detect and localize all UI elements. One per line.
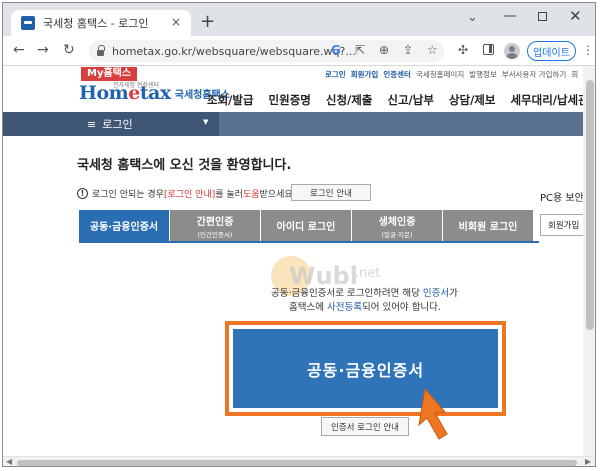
maximize-icon[interactable] (538, 12, 547, 21)
browser-toolbar: ← → ↻ hometax.go.kr/websquare/websquare.… (3, 36, 595, 66)
info-icon: ! (77, 188, 88, 199)
login-guide-button[interactable]: 로그인 안내 (291, 184, 371, 201)
login-tab-label: 공동·금융인증서 (89, 222, 159, 233)
star-icon[interactable]: ☆ (427, 43, 438, 57)
login-tab[interactable]: 공동·금융인증서 (79, 210, 170, 241)
login-tab-label: 아이디 로그인 (276, 222, 336, 233)
login-tab[interactable]: 간편인증 (민간인증서) (170, 210, 261, 241)
tab-strip: 국세청 홈택스 - 로그인 × + ⌄ — ✕ (3, 3, 595, 36)
tab-underline (79, 241, 539, 243)
vertical-scroll-thumb[interactable] (586, 80, 594, 330)
global-nav: 조회/발급 민원증명 신청/제출 신고/납부 상담/제보 세무대리/납세관리 (207, 92, 583, 108)
login-tab-label: 비회원 로그인 (458, 222, 518, 233)
gnb-item[interactable]: 조회/발급 (207, 92, 254, 108)
login-tab[interactable]: 아이디 로그인 (261, 210, 352, 241)
cert-guide-line1: 공동·금융인증서로 로그인하려면 해당 인증서가 (271, 288, 458, 299)
tab-search-chevron-icon[interactable]: ⌄ (467, 10, 478, 25)
login-tab[interactable]: 비회원 로그인 (443, 210, 534, 241)
share-icon[interactable]: ⇪ (403, 43, 413, 57)
login-tab-sublabel: (얼굴·지문) (381, 230, 413, 239)
tab-close-icon[interactable]: × (171, 15, 181, 29)
util-link[interactable]: 국세청홈페이지 (416, 69, 464, 80)
login-menu-dropdown[interactable]: ≡ 로그인 ▼ (3, 112, 219, 136)
logo-tagline: 전자세정 현장센터 (113, 82, 160, 89)
login-method-tabs: 공동·금융인증서 간편인증 (민간인증서) 아이디 로그인 생체인증 (얼굴·지문) 비회원… (79, 210, 534, 241)
location-bar: ≡ 로그인 ▼ (3, 112, 583, 136)
help-link[interactable]: 도움 (243, 187, 260, 200)
gnb-item[interactable]: 세무대리/납세관리 (510, 92, 583, 108)
util-link[interactable]: 회 (571, 69, 578, 80)
update-button[interactable]: 업데이트 (527, 41, 576, 61)
extensions-icon[interactable]: ✣ (458, 43, 468, 57)
pre-registration-link[interactable]: 사전등록 (327, 302, 362, 313)
watermark-net: .net (355, 266, 381, 281)
window-close-icon[interactable]: ✕ (569, 7, 582, 25)
pc-security-label[interactable]: PC용 보안 (540, 189, 583, 204)
util-link[interactable]: 로그인 (325, 69, 346, 80)
tab-title: 국세청 홈택스 - 로그인 (43, 17, 149, 30)
zoom-icon[interactable]: ⊕ (379, 43, 389, 57)
gnb-item[interactable]: 상담/제보 (449, 92, 496, 108)
page-viewport: My홈택스 로그인 회원가입 인증센터 국세청홈페이지 발행정보 부서사용자 가입하기 회 … (3, 66, 583, 456)
lock-icon[interactable] (97, 44, 105, 56)
pointer-arrow-icon (418, 387, 448, 440)
util-link[interactable]: 부서사용자 가입하기 (502, 69, 566, 80)
gnb-item[interactable]: 민원증명 (269, 92, 311, 108)
member-signup-button[interactable]: 회원가입 (540, 214, 583, 236)
new-tab-icon[interactable]: + (200, 11, 215, 32)
util-link[interactable]: 회원가입 (351, 69, 379, 80)
browser-window: 국세청 홈택스 - 로그인 × + ⌄ — ✕ ← → ↻ hometax.go… (2, 2, 596, 467)
browser-tab[interactable]: 국세청 홈택스 - 로그인 × (11, 10, 191, 36)
url-text[interactable]: hometax.go.kr/websquare/websquare.wq?... (112, 45, 356, 58)
caret-down-icon: ▼ (203, 118, 209, 126)
horizontal-scroll-thumb[interactable] (17, 460, 577, 466)
my-hometax-button[interactable]: My홈택스 (81, 67, 138, 81)
nav-label: 로그인 (102, 118, 133, 131)
util-link[interactable]: 발행정보 (469, 69, 497, 80)
login-tab-label: 생체인증 (378, 216, 416, 228)
login-tab[interactable]: 생체인증 (얼굴·지문) (352, 210, 443, 241)
minimize-icon[interactable]: — (503, 8, 517, 24)
certificate-login-guide-button[interactable]: 인증서 로그인 안내 (321, 417, 409, 436)
hometax-favicon-icon (21, 16, 35, 30)
gnb-item[interactable]: 신청/제출 (326, 92, 373, 108)
reload-icon[interactable]: ↻ (63, 42, 75, 58)
profile-avatar-icon[interactable] (504, 43, 520, 59)
cert-guide-line2: 홈택스에 사전등록되어 있어야 합니다. (289, 302, 441, 313)
menu-icon[interactable]: ⋮ (582, 43, 594, 57)
vertical-scrollbar[interactable] (583, 66, 595, 456)
horizontal-scrollbar[interactable]: ◀ ▶ (3, 456, 595, 466)
scroll-left-icon[interactable]: ◀ (6, 457, 12, 466)
open-in-app-icon[interactable]: ⇱ (355, 43, 365, 57)
welcome-heading: 국세청 홈택스에 오신 것을 환영합니다. (77, 158, 292, 173)
forward-icon[interactable]: → (37, 42, 49, 58)
hamburger-icon: ≡ (87, 117, 97, 131)
address-bar[interactable]: hometax.go.kr/websquare/websquare.wq?...… (89, 40, 444, 62)
gnb-item[interactable]: 신고/납부 (387, 92, 434, 108)
back-icon[interactable]: ← (13, 42, 25, 58)
scroll-right-icon[interactable]: ▶ (585, 457, 591, 466)
util-link[interactable]: 인증센터 (383, 69, 411, 80)
login-notice: ! 로그인 안되는 경우 [로그인 안내] 를 눌러 도움 받으세요. (77, 187, 296, 200)
utility-links: 로그인 회원가입 인증센터 국세청홈페이지 발행정보 부서사용자 가입하기 회 (325, 69, 583, 80)
certificate-link[interactable]: 인증서 (423, 288, 449, 299)
side-panel-icon[interactable] (483, 44, 494, 55)
login-tab-sublabel: (민간인증서) (197, 230, 233, 239)
google-icon[interactable]: G (331, 43, 341, 57)
login-tab-label: 간편인증 (196, 216, 234, 228)
login-guide-link[interactable]: [로그인 안내] (164, 187, 215, 200)
